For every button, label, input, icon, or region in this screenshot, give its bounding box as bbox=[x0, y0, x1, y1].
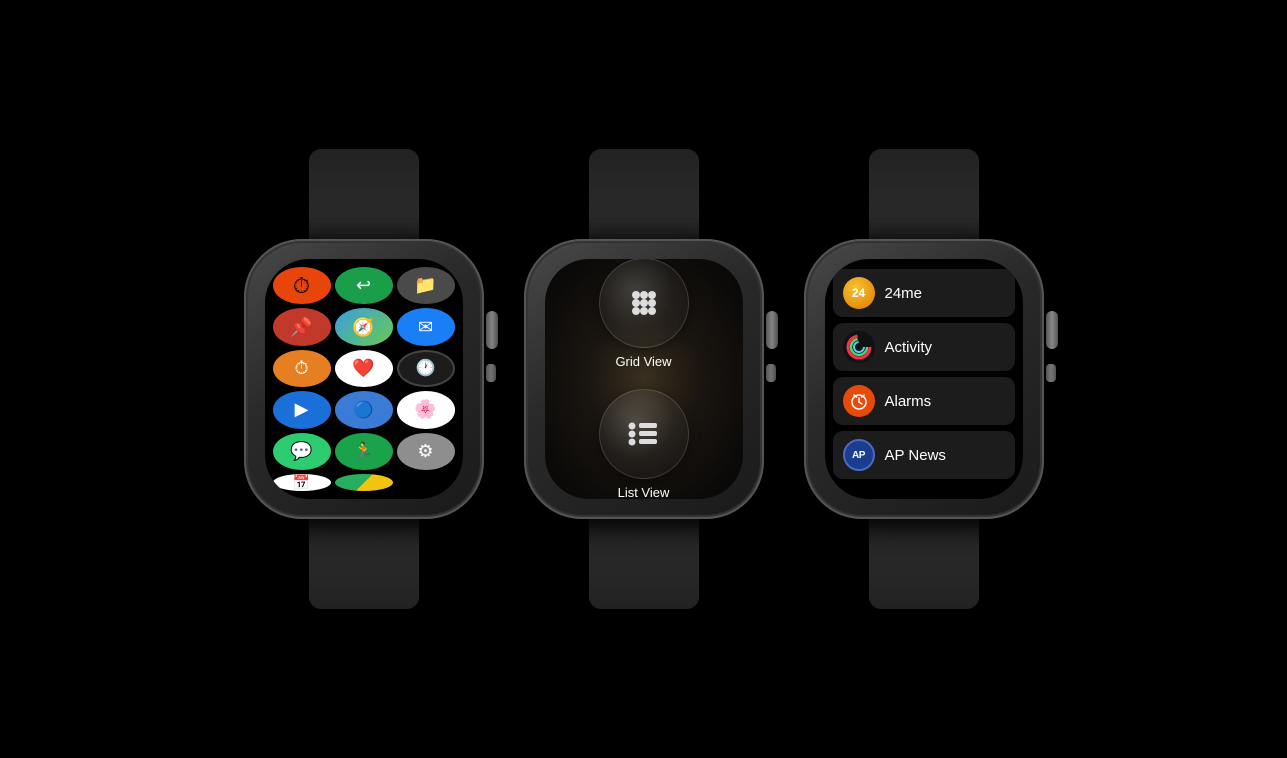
crown-1[interactable] bbox=[486, 311, 498, 349]
crown-small-2[interactable] bbox=[766, 364, 776, 382]
label-alarms: Alarms bbox=[885, 393, 932, 410]
app-orange-clock[interactable]: ⏱ bbox=[273, 350, 331, 387]
view-selector: Grid View List View bbox=[545, 259, 743, 499]
app-stickies[interactable]: 📌 bbox=[273, 308, 331, 345]
app-maps[interactable]: 🧭 bbox=[335, 308, 393, 345]
grid-view-label: Grid View bbox=[615, 354, 671, 369]
watch-2: Grid View List View bbox=[524, 149, 764, 609]
list-item-activity[interactable]: Activity bbox=[833, 323, 1015, 371]
watch-case-1: ⏱ ↩ 📁 📌 🧭 ✉ ⏱ ❤️ 🕐 ▶ 🔵 🌸 💬 🏃 ⚙ 📅 bbox=[244, 239, 484, 519]
list-view-circle[interactable] bbox=[599, 389, 689, 479]
list-item-alarms[interactable]: Alarms bbox=[833, 377, 1015, 425]
watch-case-3: 24 24me Activity bbox=[804, 239, 1044, 519]
app-grid: ⏱ ↩ 📁 📌 🧭 ✉ ⏱ ❤️ 🕐 ▶ 🔵 🌸 💬 🏃 ⚙ 📅 bbox=[265, 259, 463, 499]
band-bottom-3 bbox=[869, 519, 979, 609]
app-timer[interactable]: ⏱ bbox=[273, 267, 331, 304]
icon-apnews: AP bbox=[843, 439, 875, 471]
band-top-1 bbox=[309, 149, 419, 239]
band-bottom-2 bbox=[589, 519, 699, 609]
app-messages[interactable]: 💬 bbox=[273, 433, 331, 470]
list-view-option[interactable]: List View bbox=[599, 389, 689, 499]
app-fitness[interactable]: 🏃 bbox=[335, 433, 393, 470]
watch-3: 24 24me Activity bbox=[804, 149, 1044, 609]
band-bottom-1 bbox=[309, 519, 419, 609]
grid-view-circle[interactable] bbox=[599, 259, 689, 348]
icon-activity bbox=[843, 331, 875, 363]
watch-screen-2: Grid View List View bbox=[545, 259, 743, 499]
crown-3[interactable] bbox=[1046, 311, 1058, 349]
label-activity: Activity bbox=[885, 339, 933, 356]
band-top-3 bbox=[869, 149, 979, 239]
app-list: 24 24me Activity bbox=[825, 259, 1023, 499]
list-item-24me[interactable]: 24 24me bbox=[833, 269, 1015, 317]
list-view-label: List View bbox=[618, 485, 670, 499]
band-top-2 bbox=[589, 149, 699, 239]
app-files[interactable]: 📁 bbox=[397, 267, 455, 304]
app-clock[interactable]: 🕐 bbox=[397, 350, 455, 387]
watch-1: ⏱ ↩ 📁 📌 🧭 ✉ ⏱ ❤️ 🕐 ▶ 🔵 🌸 💬 🏃 ⚙ 📅 bbox=[244, 149, 484, 609]
grid-view-option[interactable]: Grid View bbox=[599, 259, 689, 369]
crown-2[interactable] bbox=[766, 311, 778, 349]
app-workflow[interactable]: 🔵 bbox=[335, 391, 393, 428]
watch-case-2: Grid View List View bbox=[524, 239, 764, 519]
list-item-apnews[interactable]: AP AP News bbox=[833, 431, 1015, 479]
app-calendar[interactable]: 📅 bbox=[273, 474, 331, 491]
app-play[interactable]: ▶ bbox=[273, 391, 331, 428]
icon-24me: 24 bbox=[843, 277, 875, 309]
app-mail[interactable]: ✉ bbox=[397, 308, 455, 345]
app-todo[interactable]: ↩ bbox=[335, 267, 393, 304]
app-settings[interactable]: ⚙ bbox=[397, 433, 455, 470]
crown-small-3[interactable] bbox=[1046, 364, 1056, 382]
watch-screen-3: 24 24me Activity bbox=[825, 259, 1023, 499]
watch-screen-1: ⏱ ↩ 📁 📌 🧭 ✉ ⏱ ❤️ 🕐 ▶ 🔵 🌸 💬 🏃 ⚙ 📅 bbox=[265, 259, 463, 499]
app-health[interactable]: ❤️ bbox=[335, 350, 393, 387]
icon-alarms bbox=[843, 385, 875, 417]
label-24me: 24me bbox=[885, 285, 923, 302]
label-apnews: AP News bbox=[885, 447, 946, 464]
app-flag[interactable] bbox=[335, 474, 393, 491]
app-photos[interactable]: 🌸 bbox=[397, 391, 455, 428]
crown-small-1[interactable] bbox=[486, 364, 496, 382]
